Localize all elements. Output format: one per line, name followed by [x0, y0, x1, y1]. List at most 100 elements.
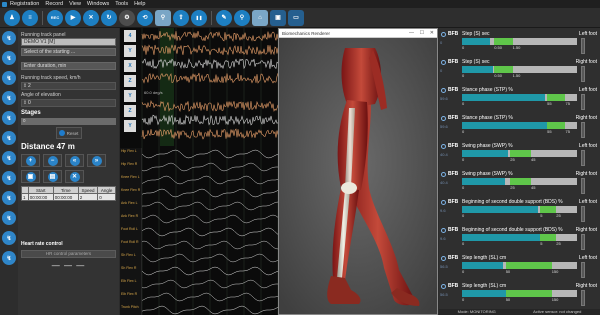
foot-tool-icon[interactable]: ↯	[2, 151, 16, 165]
list-icon[interactable]: ≡	[22, 9, 38, 26]
speed-stepper[interactable]: ⇕ 2	[21, 82, 116, 90]
channel-label[interactable]: Ank Flex L	[120, 200, 142, 213]
metric-settings-icon[interactable]	[441, 60, 446, 65]
channel-label[interactable]: Elb Flex R	[120, 291, 142, 304]
foot-icon[interactable]: ⌂	[252, 9, 268, 26]
foot-tool-icon[interactable]: ↯	[2, 131, 16, 145]
stop-icon[interactable]: ✕	[83, 9, 99, 26]
add-stage-button[interactable]: +	[21, 154, 40, 167]
sync-icon[interactable]: ↻	[101, 9, 117, 26]
foot-tool-icon[interactable]: ↯	[2, 251, 16, 265]
export-icon[interactable]: ⇪	[173, 9, 189, 26]
menu-windows[interactable]: Windows	[84, 1, 112, 7]
channel-label[interactable]: Elb Flex L	[120, 278, 142, 291]
demo-field[interactable]: DEMO V1 [M]	[21, 38, 116, 46]
metric-tick: 50	[505, 297, 511, 302]
maximize-icon[interactable]: ☐	[420, 30, 424, 36]
channel-label-text: Ank Flex R	[121, 214, 139, 218]
channel-label[interactable]: Foot Roll L	[120, 226, 142, 239]
axis-z-icon[interactable]: Z	[124, 75, 136, 87]
metric-settings-icon[interactable]	[441, 200, 446, 205]
metric-row[interactable]: 56.5 BFB Step length (SL) cm Right foot 0 50 1…	[439, 282, 600, 309]
metric-row[interactable]: 0 BFB Step (S) sec Left foot 0 0.50 1.50	[439, 30, 600, 57]
record-button[interactable]: REC	[47, 9, 63, 26]
axis-z-icon[interactable]: 4	[124, 30, 136, 42]
axis-y-icon[interactable]: Y	[124, 90, 136, 102]
remove-stage-button[interactable]: −	[43, 154, 62, 167]
3d-scene[interactable]	[279, 38, 437, 314]
metric-settings-icon[interactable]	[441, 32, 446, 37]
metric-settings-icon[interactable]	[441, 172, 446, 177]
user-icon[interactable]: ♟	[4, 9, 20, 26]
channel-label[interactable]: Knee Flex R	[120, 187, 142, 200]
metric-row[interactable]: 40.4 BFB Swing phase (SWP) % Right foot 0 25 4…	[439, 170, 600, 197]
metric-row[interactable]: 40.4 BFB Swing phase (SWP) % Left foot 0 25 45	[439, 142, 600, 169]
save-button[interactable]: ▣	[21, 170, 40, 183]
foot-tool-icon[interactable]: ↯	[2, 71, 16, 85]
menu-help[interactable]: Help	[131, 1, 148, 7]
metric-settings-icon[interactable]	[441, 228, 446, 233]
channel-label[interactable]: Hip Flex R	[120, 161, 142, 174]
metric-row[interactable]: 59.6 BFB Stance phase (STP) % Left foot 0 55 7…	[439, 86, 600, 113]
metric-current-value: 40.4	[440, 152, 448, 157]
axis-y-icon[interactable]: Y	[124, 120, 136, 132]
metric-row[interactable]: 56.5 BFB Step length (SL) cm Left foot 0 50 15…	[439, 254, 600, 281]
reset-button[interactable]: Reset	[55, 127, 82, 139]
foot-tool-icon[interactable]: ↯	[2, 31, 16, 45]
foot-tool-icon[interactable]: ↯	[2, 91, 16, 105]
rewind-button[interactable]: «	[65, 154, 84, 167]
menu-record[interactable]: Record	[42, 1, 66, 7]
channel-label[interactable]: Foot Roll R	[120, 239, 142, 252]
foot-tool-icon[interactable]: ↯	[2, 231, 16, 245]
metric-tick: 0	[462, 129, 465, 134]
metric-settings-icon[interactable]	[441, 116, 446, 121]
axis-y-icon[interactable]: Y	[124, 45, 136, 57]
metric-tick: 5	[540, 241, 543, 246]
axis-x-icon[interactable]: X	[124, 60, 136, 72]
pause-icon[interactable]: ❚❚	[191, 9, 207, 26]
menu-registration[interactable]: Registration	[7, 1, 42, 7]
channel-label[interactable]: Hip Flex L	[120, 148, 142, 161]
menu-view[interactable]: View	[66, 1, 84, 7]
person-icon[interactable]: ⚲	[155, 9, 171, 26]
monitor-icon[interactable]: ▭	[288, 9, 304, 26]
metric-row[interactable]: 0 BFB Step (S) sec Right foot 0 0.50 1.50	[439, 58, 600, 85]
hr-control-button[interactable]: HR control parameters	[21, 250, 116, 258]
foot-tool-icon[interactable]: ↯	[2, 171, 16, 185]
channel-label[interactable]: Ank Flex R	[120, 213, 142, 226]
foot-tool-icon[interactable]: ↯	[2, 211, 16, 225]
channel-label[interactable]: Trunk Pitch	[120, 304, 142, 315]
metric-settings-icon[interactable]	[441, 88, 446, 93]
start-select[interactable]: Select of the starting ...	[21, 48, 116, 56]
close-icon[interactable]: ✕	[430, 30, 434, 36]
gear-icon[interactable]: ⚙	[119, 9, 135, 26]
foot-tool-icon[interactable]: ↯	[2, 51, 16, 65]
metric-settings-icon[interactable]	[441, 284, 446, 289]
delete-button[interactable]: ✕	[65, 170, 84, 183]
speed-label: Running track speed, km/h	[21, 75, 81, 81]
axis-z-icon[interactable]: Z	[124, 105, 136, 117]
metric-settings-icon[interactable]	[441, 144, 446, 149]
walker-icon[interactable]: ⚲	[234, 9, 250, 26]
angle-stepper[interactable]: ⇕ 0	[21, 99, 116, 107]
forward-button[interactable]: »	[87, 154, 106, 167]
menu-tools[interactable]: Tools	[112, 1, 131, 7]
refresh-icon[interactable]: ⟲	[137, 9, 153, 26]
metric-row[interactable]: 9.6 BFB Beginning of second double support…	[439, 198, 600, 225]
play-icon[interactable]: ▶	[65, 9, 81, 26]
metric-row[interactable]: 59.6 BFB Stance phase (STP) % Right foot 0 55…	[439, 114, 600, 141]
metric-row[interactable]: 9.6 BFB Beginning of second double support…	[439, 226, 600, 253]
channel-label[interactable]: Knee Flex L	[120, 174, 142, 187]
camera-icon[interactable]: ▣	[270, 9, 286, 26]
pencil-icon[interactable]: ✎	[216, 9, 232, 26]
open-button[interactable]: ▤	[43, 170, 62, 183]
table-row[interactable]: 1 00:00:00 00:00:00 2 0	[21, 193, 116, 201]
foot-tool-icon[interactable]: ↯	[2, 191, 16, 205]
stages-bar[interactable]: 0	[21, 118, 116, 125]
duration-field[interactable]: Enter duration, min	[21, 62, 116, 70]
metric-settings-icon[interactable]	[441, 256, 446, 261]
channel-label[interactable]: Sh Flex L	[120, 252, 142, 265]
minimize-icon[interactable]: —	[409, 30, 414, 36]
foot-tool-icon[interactable]: ↯	[2, 111, 16, 125]
channel-label[interactable]: Sh Flex R	[120, 265, 142, 278]
